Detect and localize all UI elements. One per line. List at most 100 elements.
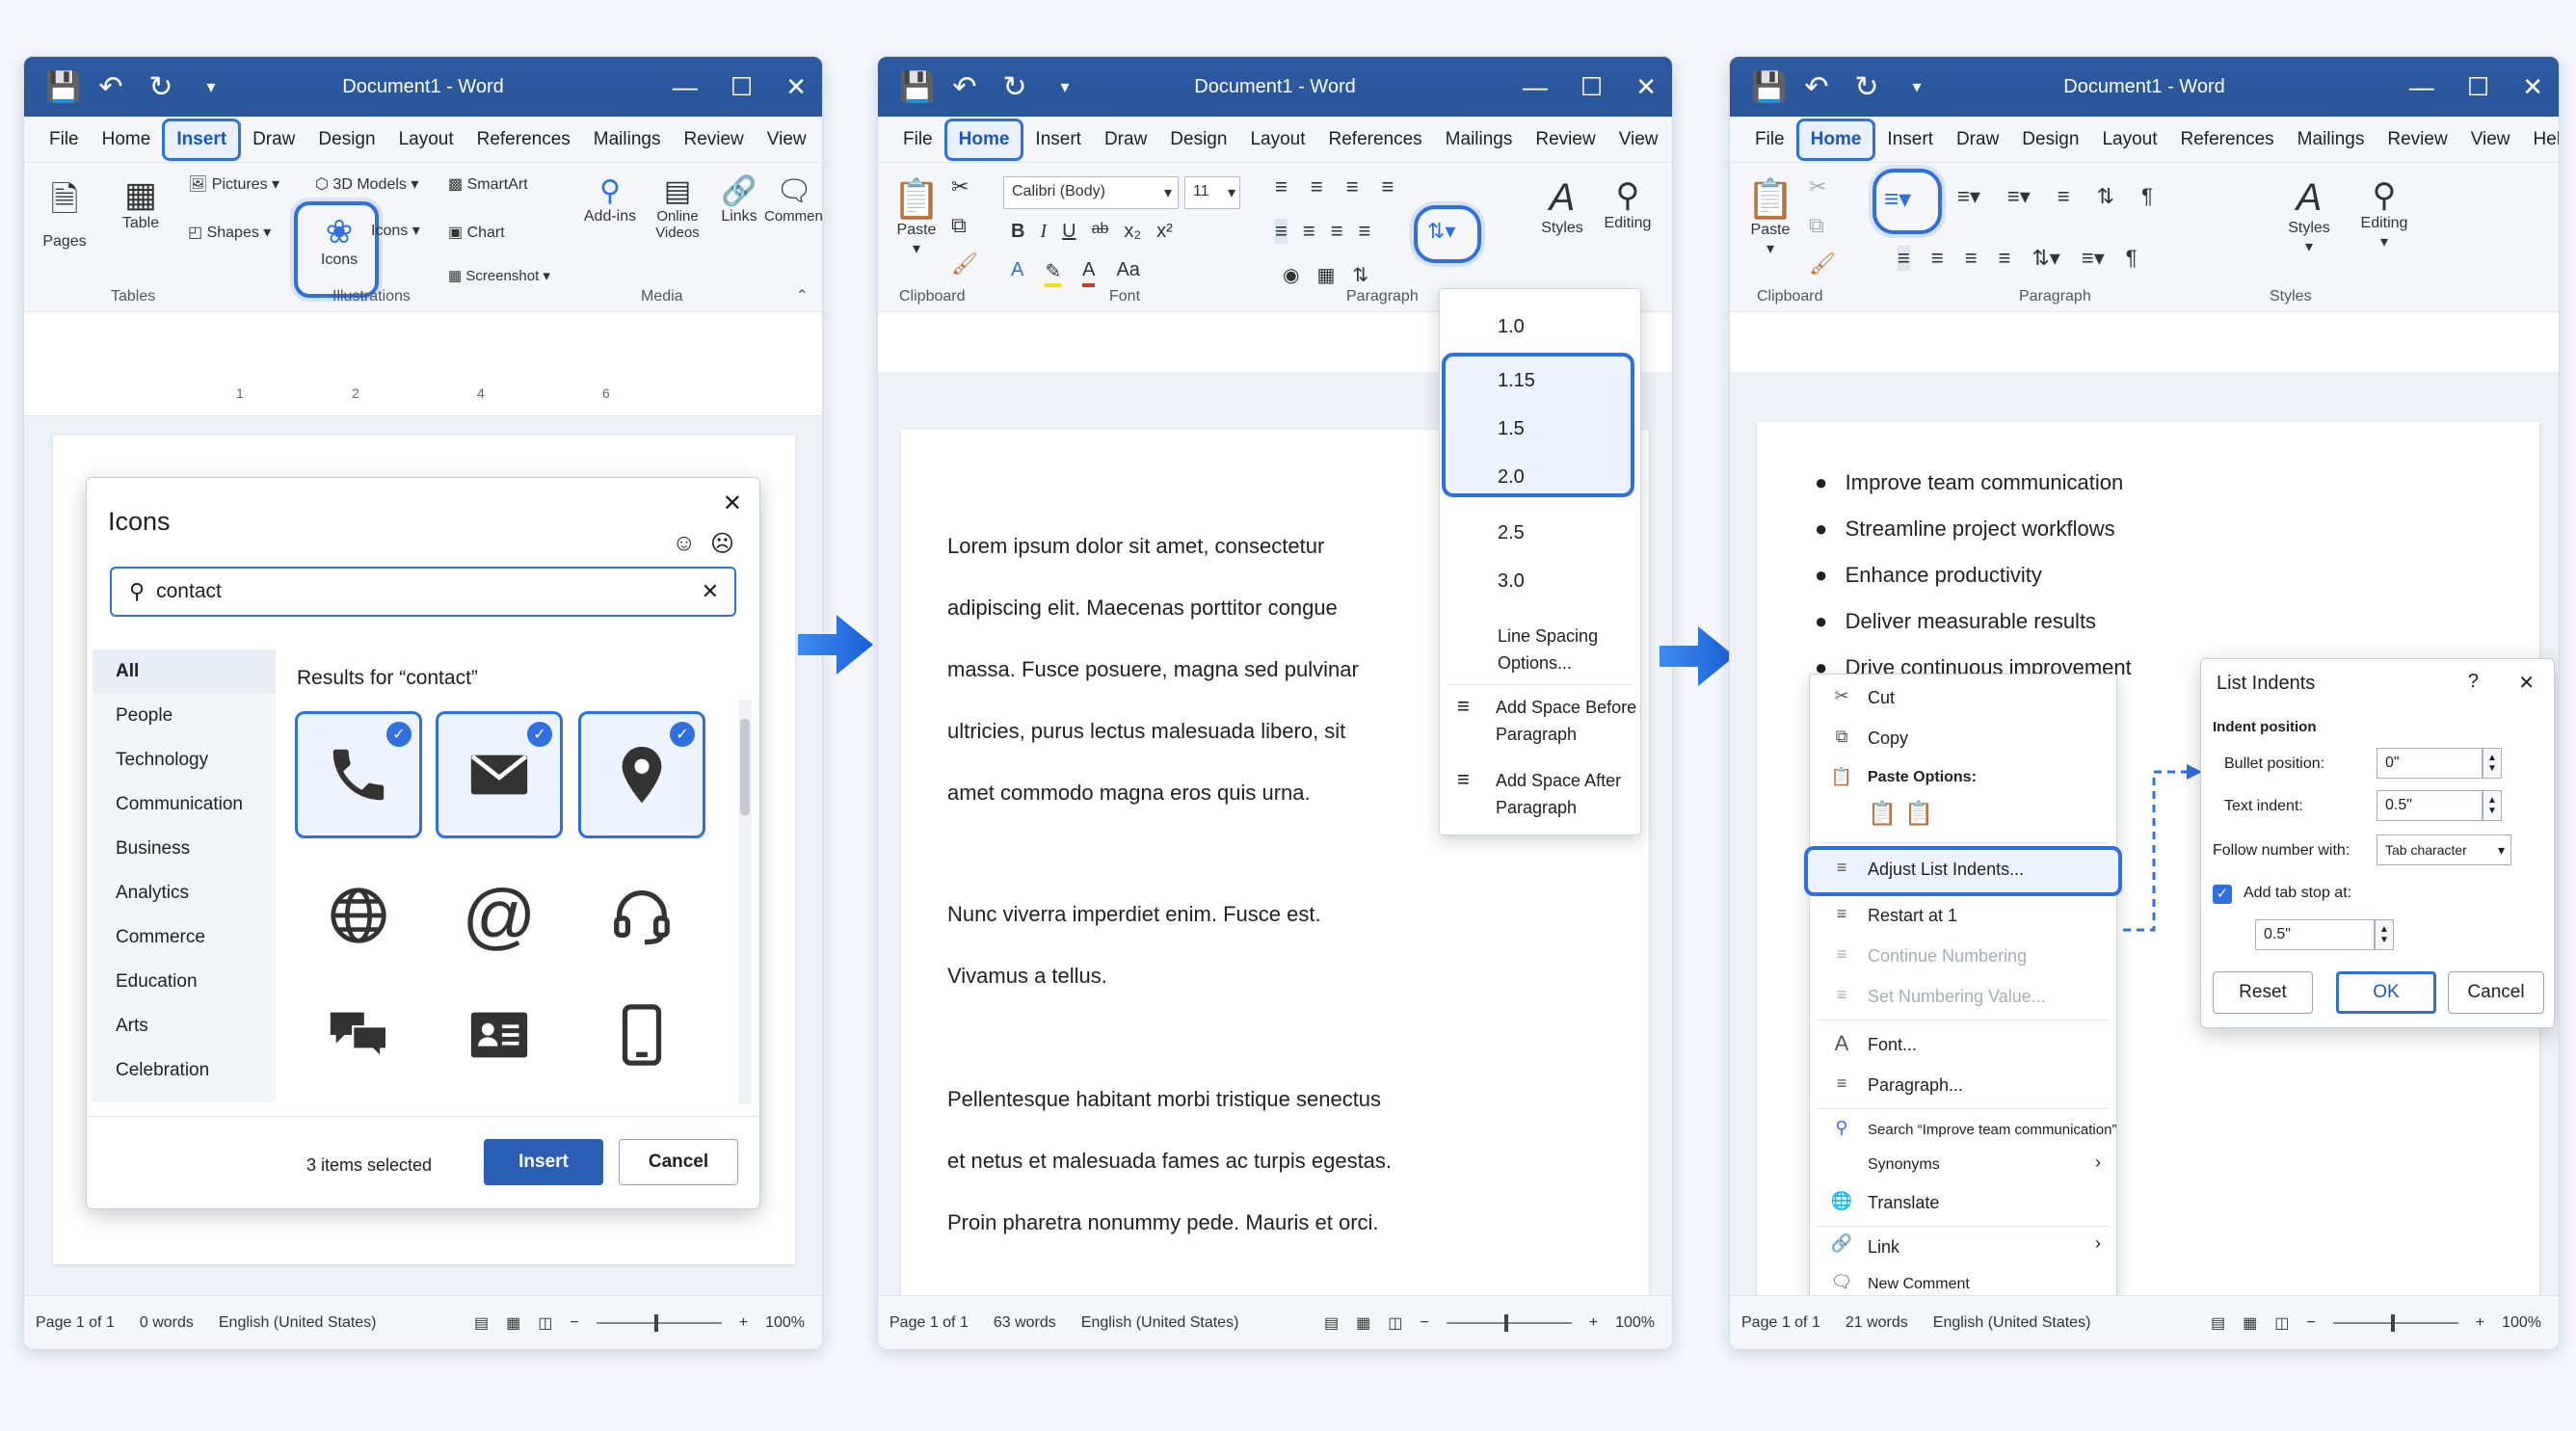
redo-icon[interactable]: ↻ [1851, 70, 1882, 104]
category-people[interactable]: People [93, 694, 276, 738]
spacing-option-2-0[interactable]: 2.0 [1498, 466, 1525, 489]
paragraph-line[interactable]: Pellentesque habitant morbi tristique se… [947, 1087, 1381, 1112]
spacing-option-1-0[interactable]: 1.0 [1498, 316, 1525, 338]
tab-layout[interactable]: Layout [1238, 121, 1316, 158]
paste-keep-source-icon[interactable]: 📋 [1868, 800, 1897, 828]
styles-button[interactable]: A Styles [1533, 176, 1591, 237]
tab-stop-checkbox[interactable]: ✓ [2213, 885, 2232, 904]
comment-button[interactable]: 🗨 Comment [764, 174, 822, 225]
collapse-ribbon-icon[interactable]: ⌃ [796, 286, 809, 305]
bullet-position-spinner[interactable]: ▲ ▼ [2483, 748, 2502, 779]
menu-link[interactable]: Link [1868, 1237, 1899, 1258]
tab-review[interactable]: Review [672, 121, 755, 158]
tab-mailings[interactable]: Mailings [1434, 121, 1525, 158]
paragraph-line[interactable]: Proin pharetra nonummy pede. Mauris et o… [947, 1210, 1379, 1235]
tab-references[interactable]: References [1317, 121, 1434, 158]
close-button[interactable]: ✕ [1635, 72, 1657, 102]
tab-draw[interactable]: Draw [1093, 121, 1158, 158]
smartart-button[interactable]: ▩ SmartArt [448, 174, 528, 194]
bullets-button[interactable]: ≡ [1275, 174, 1288, 199]
tab-draw[interactable]: Draw [1945, 121, 2010, 158]
read-mode-icon[interactable]: ▤ [2211, 1313, 2225, 1333]
menu-continue-numbering[interactable]: Continue Numbering [1868, 946, 2027, 967]
pilcrow-button[interactable]: ¶ [2126, 246, 2138, 271]
search-input[interactable]: ⚲ contact ✕ [110, 567, 736, 617]
icon-result-contact-card[interactable] [436, 971, 563, 1099]
cut-icon[interactable]: ✂ [1809, 174, 1826, 199]
smile-icon[interactable]: ☺ [672, 530, 696, 557]
help-button[interactable]: ? [2468, 671, 2479, 693]
text-effects-button[interactable]: A [1011, 259, 1023, 287]
justify-button[interactable]: ≡ [1359, 219, 1371, 244]
sort-button[interactable]: ⇅ [2097, 184, 2114, 209]
redo-icon[interactable]: ↻ [146, 70, 176, 104]
category-business[interactable]: Business [93, 827, 276, 871]
reset-button[interactable]: Reset [2213, 971, 2313, 1014]
read-mode-icon[interactable]: ▤ [474, 1313, 489, 1333]
menu-copy[interactable]: Copy [1868, 729, 1908, 749]
justify-button[interactable]: ≡ [1999, 246, 2011, 271]
paste-button[interactable]: 📋 Paste ▾ [1743, 176, 1797, 258]
paste-button[interactable]: 📋 Paste ▾ [891, 176, 942, 258]
decrease-indent-button[interactable]: ≡ [2058, 184, 2070, 209]
clear-search-icon[interactable]: ✕ [702, 579, 719, 604]
format-painter-icon[interactable]: 🖌 [1809, 252, 1836, 277]
paste-merge-icon[interactable]: 📋 [1904, 800, 1933, 828]
change-case-button[interactable]: Aa [1116, 259, 1139, 287]
web-layout-icon[interactable]: ◫ [1388, 1313, 1402, 1333]
icon-result-envelope[interactable]: ✓ [436, 711, 563, 838]
language[interactable]: English (United States) [1933, 1314, 2091, 1332]
zoom-level[interactable]: 100% [2502, 1314, 2541, 1332]
subscript-button[interactable]: x₂ [1124, 221, 1141, 243]
word-count[interactable]: 21 words [1846, 1314, 1908, 1332]
tab-layout[interactable]: Layout [2090, 121, 2168, 158]
3d-models-button[interactable]: ⬡ 3D Models ▾ [315, 174, 418, 194]
table-button[interactable]: ▦ Table [107, 174, 174, 232]
align-left-button[interactable]: ≡ [1898, 246, 1910, 271]
print-layout-icon[interactable]: ▦ [506, 1313, 520, 1333]
menu-paragraph[interactable]: Paragraph... [1868, 1075, 1963, 1096]
list-item[interactable]: ● Improve team communication [1815, 470, 2123, 495]
dialog-close-icon[interactable]: ✕ [723, 490, 742, 517]
zoom-slider[interactable] [596, 1314, 722, 1332]
tab-file[interactable]: File [1743, 121, 1796, 158]
align-right-button[interactable]: ≡ [1331, 219, 1343, 244]
underline-button[interactable]: U [1062, 221, 1076, 243]
tab-review[interactable]: Review [1524, 121, 1607, 158]
menu-search[interactable]: Search “Improve team communication” [1868, 1122, 2116, 1138]
online-videos-button[interactable]: ▤ Online Videos [641, 174, 714, 241]
copy-icon[interactable]: ⧉ [951, 213, 967, 238]
page-count[interactable]: Page 1 of 1 [36, 1314, 115, 1332]
paragraph-line[interactable]: massa. Fusce posuere, magna sed pulvinar [947, 657, 1359, 682]
multilevel-list-button[interactable]: ≡ [1346, 174, 1359, 199]
customize-toolbar-icon[interactable]: ▾ [1049, 77, 1080, 97]
line-spacing-button[interactable]: ⇅▾ [2032, 246, 2059, 271]
editing-button[interactable]: ⚲ Editing [1599, 176, 1657, 232]
spacing-option-2-5[interactable]: 2.5 [1498, 522, 1525, 544]
styles-button[interactable]: A Styles ▾ [2275, 176, 2343, 256]
font-name-select[interactable]: Calibri (Body) ▾ [1003, 176, 1179, 209]
tab-home[interactable]: Home [943, 118, 1024, 161]
zoom-out-icon[interactable]: − [1420, 1314, 1428, 1332]
tab-mailings[interactable]: Mailings [2286, 121, 2377, 158]
print-layout-icon[interactable]: ▦ [2243, 1313, 2257, 1333]
paragraph-line[interactable]: amet commodo magna eros quis urna. [947, 781, 1311, 806]
undo-icon[interactable]: ↶ [95, 70, 126, 104]
icon-result-smartphone[interactable] [578, 971, 705, 1099]
results-scrollbar[interactable] [738, 700, 752, 1104]
highlight-color-button[interactable]: ✎ [1045, 259, 1062, 287]
category-analytics[interactable]: Analytics [93, 871, 276, 915]
italic-button[interactable]: I [1040, 221, 1047, 243]
tab-stop-input[interactable]: 0.5" [2255, 919, 2375, 950]
insert-button[interactable]: Insert [484, 1139, 603, 1185]
tab-insert[interactable]: Insert [1875, 121, 1945, 158]
shading-button[interactable]: ◉ [1283, 263, 1299, 287]
paragraph-line[interactable]: Vivamus a tellus. [947, 964, 1107, 989]
shapes-button[interactable]: ◰ Shapes ▾ [188, 223, 271, 242]
add-space-before[interactable]: Add Space Before Paragraph [1496, 694, 1640, 748]
category-commerce[interactable]: Commerce [93, 915, 276, 960]
tab-design[interactable]: Design [2010, 121, 2090, 158]
list-item[interactable]: ● Deliver measurable results [1815, 609, 2096, 634]
cancel-button[interactable]: Cancel [2448, 971, 2544, 1014]
align-right-button[interactable]: ≡ [1965, 246, 1978, 271]
